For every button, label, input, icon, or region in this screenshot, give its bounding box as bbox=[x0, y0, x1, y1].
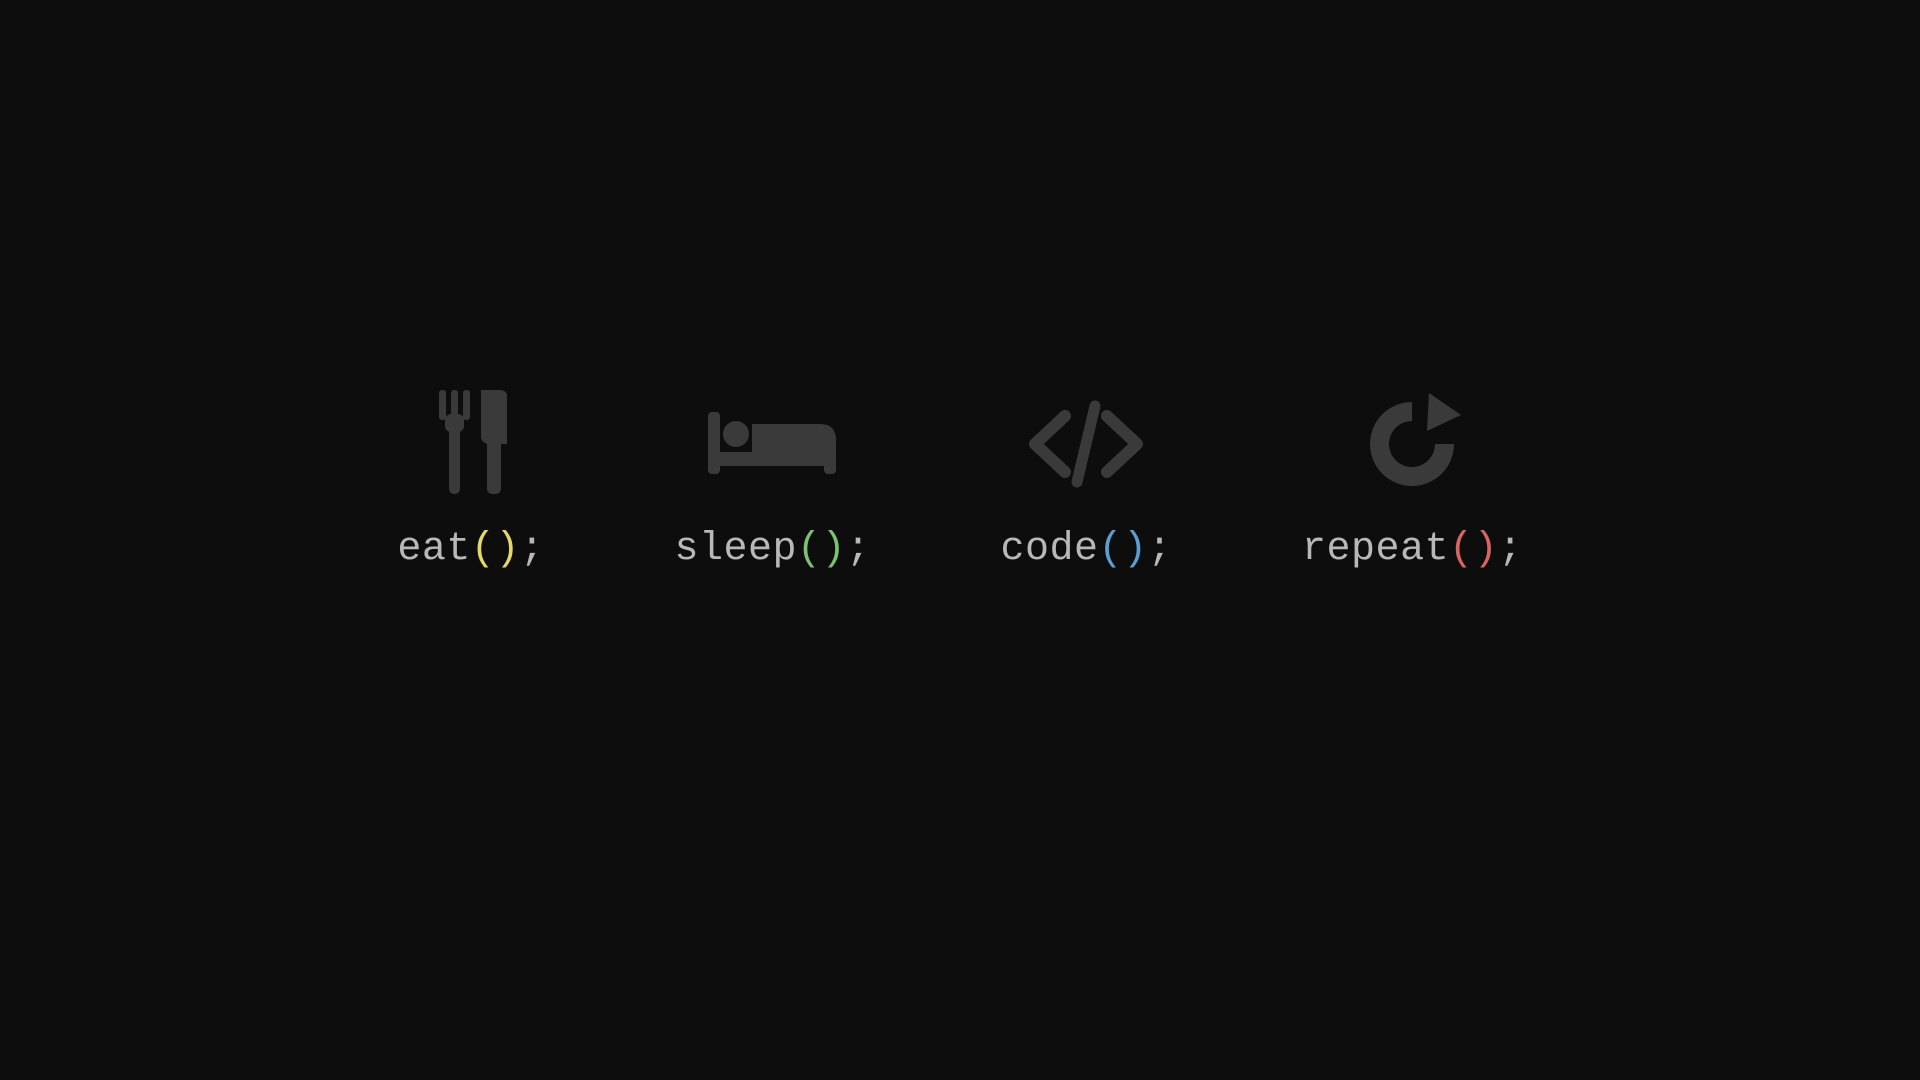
wallpaper-row: eat(); sleep(); code(); bbox=[397, 389, 1522, 572]
parens: () bbox=[797, 527, 846, 572]
item-repeat: repeat(); bbox=[1302, 389, 1523, 572]
code-brackets-icon bbox=[1021, 389, 1151, 499]
bed-icon bbox=[702, 389, 842, 499]
label-code: code(); bbox=[1001, 527, 1173, 572]
parens: () bbox=[471, 527, 520, 572]
fn-name: repeat bbox=[1302, 527, 1449, 572]
parens: () bbox=[1449, 527, 1498, 572]
semi: ; bbox=[846, 527, 871, 572]
label-sleep: sleep(); bbox=[674, 527, 870, 572]
fn-name: sleep bbox=[674, 527, 797, 572]
fn-name: eat bbox=[397, 527, 471, 572]
semi: ; bbox=[1148, 527, 1173, 572]
fn-name: code bbox=[1001, 527, 1099, 572]
semi: ; bbox=[520, 527, 545, 572]
parens: () bbox=[1099, 527, 1148, 572]
item-sleep: sleep(); bbox=[674, 389, 870, 572]
fork-knife-icon bbox=[421, 389, 521, 499]
repeat-icon bbox=[1357, 389, 1467, 499]
label-eat: eat(); bbox=[397, 527, 544, 572]
item-code: code(); bbox=[1001, 389, 1173, 572]
semi: ; bbox=[1498, 527, 1523, 572]
label-repeat: repeat(); bbox=[1302, 527, 1523, 572]
item-eat: eat(); bbox=[397, 389, 544, 572]
